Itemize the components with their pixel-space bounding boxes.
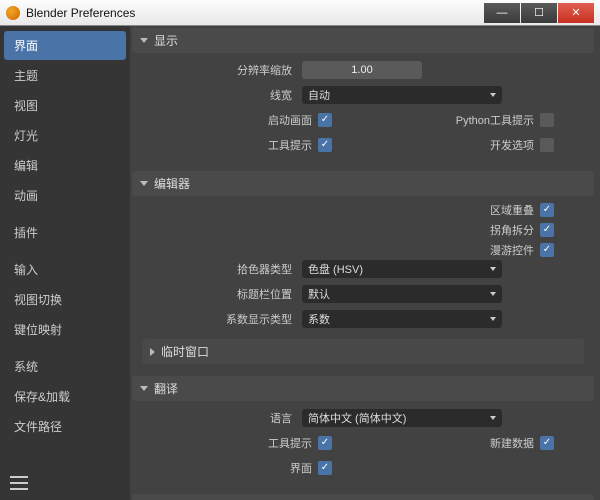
dropdown-value: 系数 xyxy=(308,311,330,327)
sidebar-item[interactable]: 动画 xyxy=(4,181,126,210)
sidebar-item[interactable]: 灯光 xyxy=(4,121,126,150)
region-overlap-checkbox[interactable]: ✓ xyxy=(540,203,554,217)
tooltips-checkbox[interactable]: ✓ xyxy=(318,138,332,152)
window-titlebar: Blender Preferences — ☐ ✕ xyxy=(0,0,600,26)
python-tooltips-label: Python工具提示 xyxy=(456,112,534,128)
blender-icon xyxy=(6,6,20,20)
dropdown-value: 色盘 (HSV) xyxy=(308,261,363,277)
sidebar-item[interactable]: 输入 xyxy=(4,255,126,284)
chevron-down-icon xyxy=(140,386,148,391)
header-pos-dropdown[interactable]: 默认 xyxy=(302,285,502,303)
section-header-translation[interactable]: 翻译 xyxy=(132,376,594,401)
translate-newdata-checkbox[interactable]: ✓ xyxy=(540,436,554,450)
chevron-down-icon xyxy=(140,181,148,186)
sidebar-item[interactable]: 插件 xyxy=(4,218,126,247)
chevron-down-icon xyxy=(490,93,496,97)
dev-extras-checkbox[interactable] xyxy=(540,138,554,152)
linewidth-dropdown[interactable]: 自动 xyxy=(302,86,502,104)
color-picker-label: 拾色器类型 xyxy=(142,261,302,277)
translate-interface-checkbox[interactable]: ✓ xyxy=(318,461,332,475)
resolution-scale-field[interactable]: 1.00 xyxy=(302,61,422,79)
section-title: 显示 xyxy=(154,32,178,49)
sidebar-item[interactable]: 键位映射 xyxy=(4,315,126,344)
nav-controls-label: 漫游控件 xyxy=(490,242,534,258)
region-overlap-label: 区域重叠 xyxy=(490,202,534,218)
translate-newdata-label: 新建数据 xyxy=(490,435,534,451)
section-title: 编辑器 xyxy=(154,175,190,192)
section-header-display[interactable]: 显示 xyxy=(132,28,594,53)
chevron-down-icon xyxy=(490,317,496,321)
window-close-button[interactable]: ✕ xyxy=(558,3,594,23)
window-maximize-button[interactable]: ☐ xyxy=(521,3,557,23)
chevron-down-icon xyxy=(490,292,496,296)
sidebar-item[interactable]: 视图 xyxy=(4,91,126,120)
dropdown-value: 默认 xyxy=(308,286,330,302)
factor-display-dropdown[interactable]: 系数 xyxy=(302,310,502,328)
section-title: 翻译 xyxy=(154,380,178,397)
window-minimize-button[interactable]: — xyxy=(484,3,520,23)
translate-tooltips-checkbox[interactable]: ✓ xyxy=(318,436,332,450)
sidebar-item[interactable]: 编辑 xyxy=(4,151,126,180)
dropdown-value: 自动 xyxy=(308,87,330,103)
sidebar-item[interactable]: 系统 xyxy=(4,352,126,381)
translate-tooltips-label: 工具提示 xyxy=(268,435,312,451)
section-header-editors[interactable]: 编辑器 xyxy=(132,171,594,196)
splash-checkbox[interactable]: ✓ xyxy=(318,113,332,127)
header-pos-label: 标题栏位置 xyxy=(142,286,302,302)
python-tooltips-checkbox[interactable] xyxy=(540,113,554,127)
color-picker-dropdown[interactable]: 色盘 (HSV) xyxy=(302,260,502,278)
section-title: 临时窗口 xyxy=(161,343,209,360)
language-label: 语言 xyxy=(142,410,302,426)
dev-extras-label: 开发选项 xyxy=(490,137,534,153)
hamburger-menu-icon[interactable] xyxy=(10,476,28,490)
preferences-main: 显示 分辨率缩放 1.00 线宽 自动 启动画面 ✓ Pytho xyxy=(130,26,600,500)
sidebar-item[interactable]: 视图切换 xyxy=(4,285,126,314)
sidebar-item[interactable]: 文件路径 xyxy=(4,412,126,441)
dropdown-value: 简体中文 (简体中文) xyxy=(308,410,406,426)
nav-controls-checkbox[interactable]: ✓ xyxy=(540,243,554,257)
factor-display-label: 系数显示类型 xyxy=(142,311,302,327)
window-title: Blender Preferences xyxy=(26,6,484,20)
splash-label: 启动画面 xyxy=(268,112,312,128)
chevron-down-icon xyxy=(490,416,496,420)
sidebar-item[interactable]: 界面 xyxy=(4,31,126,60)
resolution-label: 分辨率缩放 xyxy=(142,62,302,78)
linewidth-label: 线宽 xyxy=(142,87,302,103)
chevron-down-icon xyxy=(140,38,148,43)
chevron-right-icon xyxy=(150,348,155,356)
tooltips-label: 工具提示 xyxy=(268,137,312,153)
preferences-sidebar: 界面主题视图灯光编辑动画插件输入视图切换键位映射系统保存&加载文件路径 xyxy=(0,26,130,500)
language-dropdown[interactable]: 简体中文 (简体中文) xyxy=(302,409,502,427)
subsection-temp-windows[interactable]: 临时窗口 xyxy=(142,339,584,364)
sidebar-item[interactable]: 保存&加载 xyxy=(4,382,126,411)
section-header-text-render[interactable]: 文本渲染 xyxy=(132,494,594,500)
chevron-down-icon xyxy=(490,267,496,271)
sidebar-item[interactable]: 主题 xyxy=(4,61,126,90)
translate-interface-label: 界面 xyxy=(290,460,312,476)
corner-split-label: 拐角拆分 xyxy=(490,222,534,238)
corner-split-checkbox[interactable]: ✓ xyxy=(540,223,554,237)
